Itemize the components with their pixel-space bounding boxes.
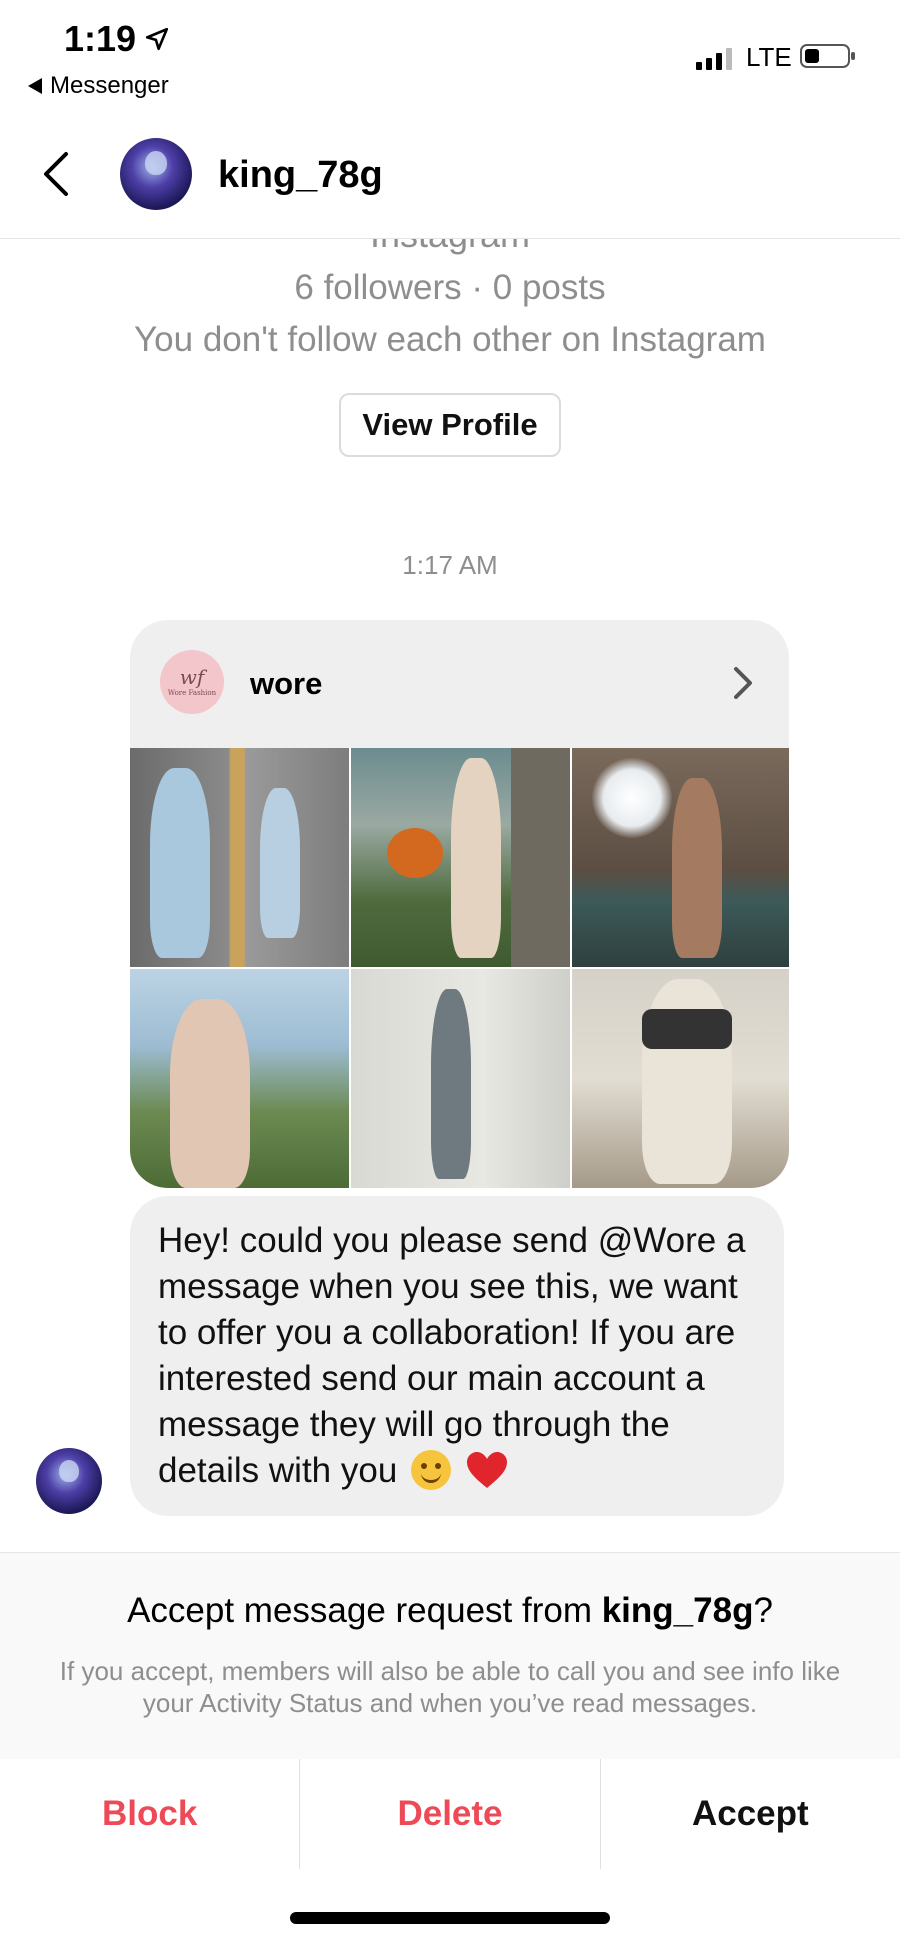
brand-logo: wf Wore Fashion	[160, 650, 224, 714]
chat-header: king_78g	[0, 110, 900, 239]
chat-username[interactable]: king_78g	[218, 154, 383, 197]
back-chevron-icon[interactable]	[36, 146, 76, 202]
home-indicator[interactable]	[290, 1912, 610, 1924]
message-text: Hey! could you please send @Wore a messa…	[158, 1221, 746, 1490]
block-button[interactable]: Block	[0, 1759, 300, 1869]
shared-profile-header[interactable]: wf Wore Fashion wore	[130, 620, 789, 748]
delete-button[interactable]: Delete	[299, 1759, 600, 1869]
shared-photo[interactable]	[130, 748, 349, 967]
avatar[interactable]	[120, 138, 192, 210]
accept-button[interactable]: Accept	[599, 1759, 900, 1869]
shared-profile-card[interactable]: wf Wore Fashion wore	[130, 620, 789, 1188]
view-profile-button[interactable]: View Profile	[339, 393, 561, 457]
request-info: If you accept, members will also be able…	[59, 1656, 841, 1718]
message-timestamp: 1:17 AM	[402, 550, 498, 580]
request-title: Accept message request from king_78g?	[127, 1591, 773, 1630]
message-request-panel: Accept message request from king_78g? If…	[0, 1552, 900, 1760]
shared-photo[interactable]	[130, 969, 349, 1188]
followers-posts: 6 followers · 0 posts	[294, 268, 606, 307]
shared-photo[interactable]	[572, 969, 789, 1188]
shared-profile-name: wore	[250, 666, 323, 701]
chevron-right-icon	[734, 667, 752, 699]
shared-photo[interactable]	[351, 969, 570, 1188]
red-heart-emoji-icon	[466, 1452, 507, 1488]
sender-avatar[interactable]	[36, 1448, 102, 1514]
shared-photo[interactable]	[351, 748, 570, 967]
shared-photo-grid	[130, 748, 789, 1188]
request-action-bar: Block Delete Accept	[0, 1759, 900, 1869]
smiling-face-emoji-icon	[411, 1450, 452, 1490]
message-bubble[interactable]: Hey! could you please send @Wore a messa…	[130, 1196, 784, 1516]
shared-photo[interactable]	[572, 748, 789, 967]
follow-status: You don't follow each other on Instagram	[134, 320, 766, 359]
request-username: king_78g	[601, 1591, 754, 1630]
